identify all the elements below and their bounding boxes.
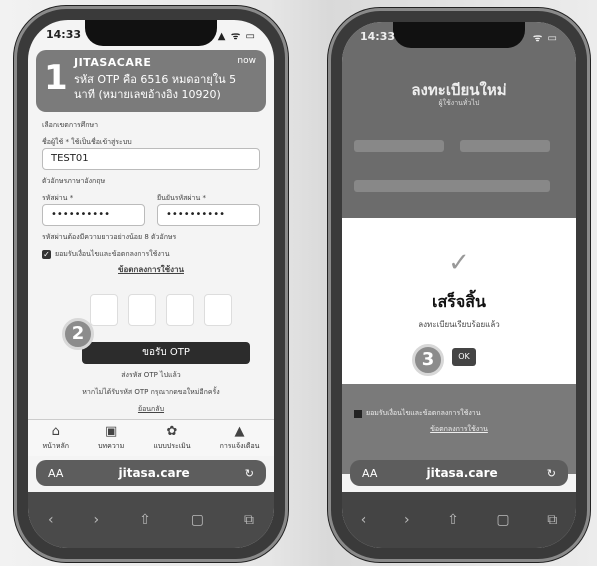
bell-icon: ▲ [234,424,245,439]
success-dialog: ✓ เสร็จสิ้น ลงทะเบียนเรียบร้อยแล้ว OK [342,218,576,384]
tab-assessment[interactable]: ✿ แบบประเมิน [153,424,190,452]
otp-digit[interactable] [204,294,232,326]
ok-button[interactable]: OK [452,348,476,366]
url-text: jitasa.care [426,466,498,480]
signal-wifi-battery-icon: ▲ ᯤ ▭ [217,31,256,42]
username-hint: ตัวอักษรภาษาอังกฤษ [42,177,106,185]
status-bar: 14:33 ᯤ ▭ [360,30,558,46]
dialog-message: ลงทะเบียนเรียบร้อยแล้ว [418,320,500,329]
form-field-dimmed [460,140,550,152]
left-screen: 14:33 ▲ ᯤ ▭ 1 JITASACARE now รหัส OTP คื… [28,20,274,548]
dialog-title: เสร็จสิ้น [432,292,486,311]
text-size-button[interactable]: AA [362,467,377,480]
bookmarks-icon[interactable]: ▢ [191,512,204,528]
otp-notification[interactable]: 1 JITASACARE now รหัส OTP คือ 6516 หมดอา… [36,50,266,112]
otp-digit[interactable] [128,294,156,326]
tabs-icon[interactable]: ⧉ [547,512,557,528]
address-bar[interactable]: AA jitasa.care ↻ [350,460,568,486]
reload-icon[interactable]: ↻ [547,467,556,480]
status-bar: 14:33 ▲ ᯤ ▭ [46,28,256,44]
confirm-password-field[interactable]: •••••••••• [157,204,260,226]
username-field[interactable]: TEST01 [42,148,260,170]
forward-icon[interactable]: › [404,512,410,528]
terms-link[interactable]: ข้อตกลงการใช้งาน [42,263,260,276]
notification-app: JITASACARE [74,56,152,69]
tab-home[interactable]: ⌂ หน้าหลัก [43,424,69,452]
right-phone: 14:33 ᯤ ▭ ลงทะเบียนใหม่ ผู้ใช้งานทั่วไป … [328,8,590,562]
tab-articles[interactable]: ▣ บทความ [98,424,124,452]
right-screen: 14:33 ᯤ ▭ ลงทะเบียนใหม่ ผู้ใช้งานทั่วไป … [342,22,576,548]
username-label: ชื่อผู้ใช้ * ใช้เป็นชื่อเข้าสู่ระบบ [42,138,132,146]
back-icon[interactable]: ‹ [361,512,367,528]
tabs-icon[interactable]: ⧉ [244,512,254,528]
step-3-badge: 3 [412,344,444,376]
form-field-dimmed [354,140,444,152]
consent-row: ยอมรับเงื่อนไขและข้อตกลงการใช้งาน [354,408,481,419]
checkbox-icon [354,409,362,418]
step-2-badge: 2 [62,318,94,350]
status-time: 14:33 [46,28,82,41]
url-text: jitasa.care [118,466,190,480]
confirm-password-label: ยืนยันรหัสผ่าน * [157,194,206,202]
otp-digit[interactable] [166,294,194,326]
bookmarks-icon[interactable]: ▢ [496,512,509,528]
checkmark-icon: ✓ [448,248,470,278]
notification-time: now [237,56,256,66]
terms-link: ข้อตกลงการใช้งาน [430,425,488,433]
zone-select[interactable]: เลือกเขตการศึกษา [42,120,260,131]
wifi-battery-icon: ᯤ ▭ [532,33,558,44]
consent-label: ยอมรับเงื่อนไขและข้อตกลงการใช้งาน [366,409,481,417]
browser-toolbar: ‹ › ⇧ ▢ ⧉ [28,492,274,548]
book-icon: ▣ [105,424,118,439]
share-icon[interactable]: ⇧ [447,512,459,528]
share-icon[interactable]: ⇧ [139,512,151,528]
consent-label: ยอมรับเงื่อนไขและข้อตกลงการใช้งาน [55,250,170,258]
otp-help-text: หากไม่ได้รับรหัส OTP กรุณากดขอใหม่อีกครั… [82,388,220,396]
address-bar[interactable]: AA jitasa.care ↻ [36,460,266,486]
forward-icon[interactable]: › [94,512,100,528]
tab-notifications[interactable]: ▲ การแจ้งเตือน [220,424,260,452]
page-subtitle: ผู้ใช้งานทั่วไป [438,99,480,107]
reload-icon[interactable]: ↻ [245,467,254,480]
password-label: รหัสผ่าน * [42,194,74,202]
status-time: 14:33 [360,30,396,43]
otp-digit[interactable] [90,294,118,326]
back-icon[interactable]: ‹ [48,512,54,528]
tab-bar: ⌂ หน้าหลัก ▣ บทความ ✿ แบบประเมิน ▲ การแจ้งเต… [28,419,274,456]
checkbox-icon[interactable]: ✓ [42,250,51,259]
request-otp-button[interactable]: ขอรับ OTP [82,342,250,364]
form-field-dimmed [354,180,550,192]
password-note: รหัสผ่านต้องมีความยาวอย่างน้อย 8 ตัวอักษ… [42,233,177,241]
consent-row[interactable]: ✓ ยอมรับเงื่อนไขและข้อตกลงการใช้งาน [42,249,260,260]
password-field[interactable]: •••••••••• [42,204,145,226]
otp-sent-text: ส่งรหัส OTP ไปแล้ว [121,371,181,379]
text-size-button[interactable]: AA [48,467,63,480]
home-icon: ⌂ [51,424,60,439]
left-phone: 14:33 ▲ ᯤ ▭ 1 JITASACARE now รหัส OTP คื… [14,6,288,562]
otp-message: รหัส OTP คือ 6516 หมดอายุใน 5 นาที (หมาย… [74,73,237,101]
back-link[interactable]: ย้อนกลับ [42,404,260,415]
leaf-icon: ✿ [166,424,178,439]
register-form: เลือกเขตการศึกษา ชื่อผู้ใช้ * ใช้เป็นชื่… [28,112,274,438]
step-number: 1 [44,58,68,98]
browser-toolbar: ‹ › ⇧ ▢ ⧉ [342,492,576,548]
